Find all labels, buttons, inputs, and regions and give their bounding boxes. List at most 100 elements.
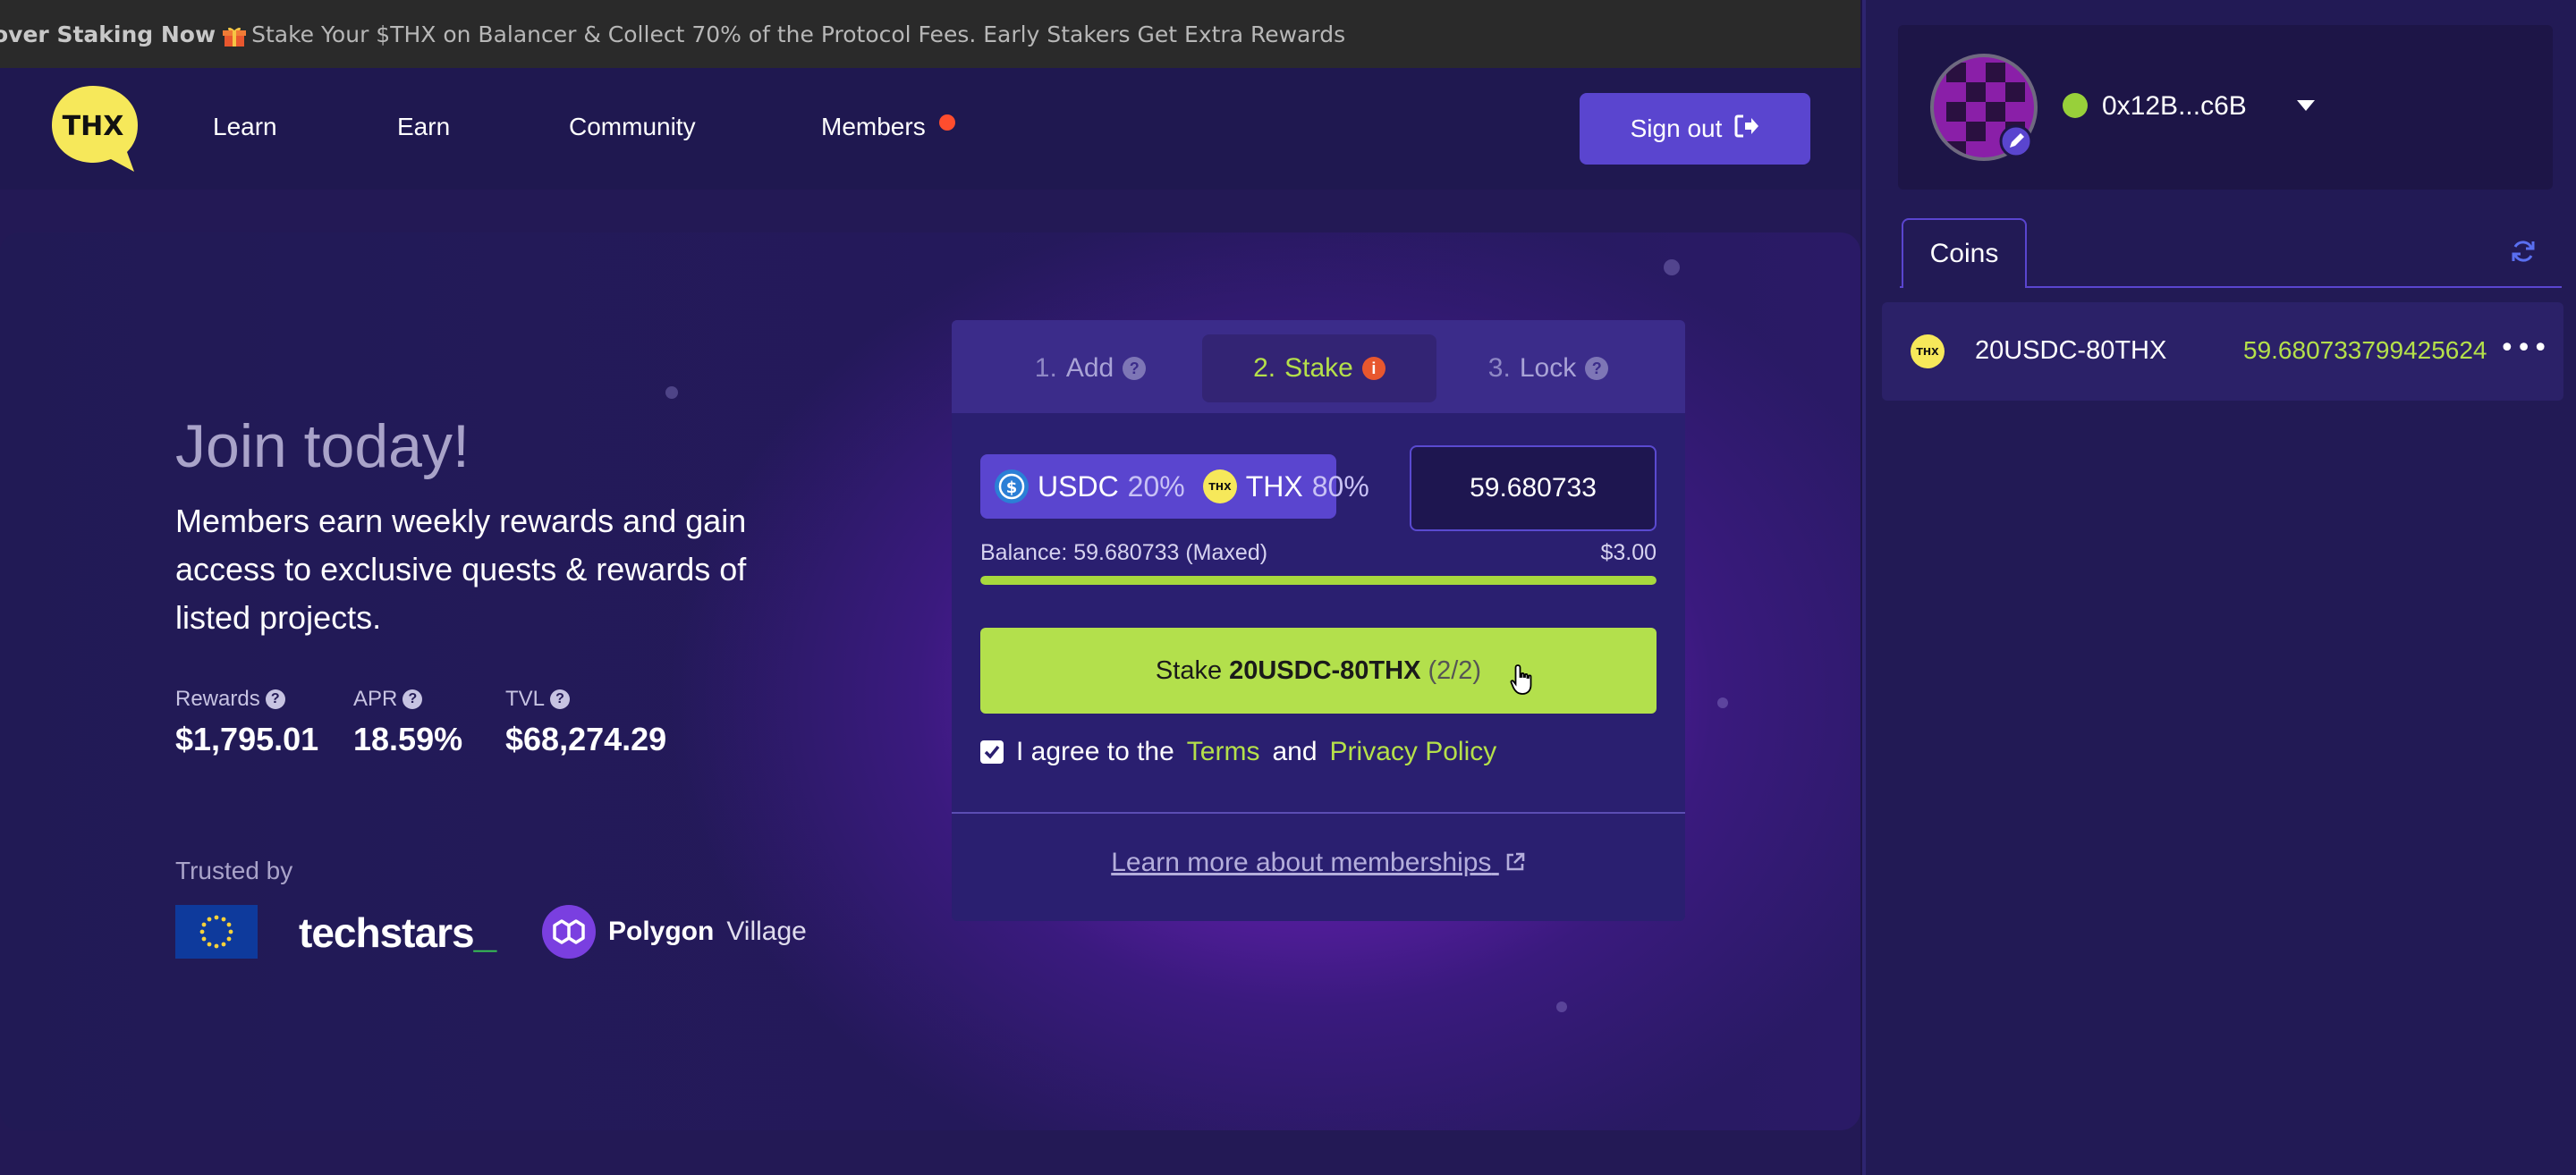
decor-dot <box>1664 259 1680 275</box>
step-number: 2. <box>1253 353 1276 383</box>
step-add[interactable]: 1. Add ? <box>987 334 1193 402</box>
wallet-address[interactable]: 0x12B...c6B <box>2102 91 2247 122</box>
polygon-village-text: Village <box>726 917 807 946</box>
ticker-text: Stake Your $THX on Balancer & Collect 70… <box>251 21 1346 47</box>
stat-label: TVL <box>505 687 546 711</box>
stat-apr: APR? 18.59% <box>353 687 462 758</box>
stat-value: 18.59% <box>353 721 463 757</box>
thx-coin-text: THX <box>1208 481 1232 493</box>
decor-dot <box>665 386 678 399</box>
stake-card: 1. Add ? 2. Stake i 3. Lock ? $ USDC 20%… <box>952 320 1685 921</box>
usdc-icon: $ <box>995 469 1029 503</box>
stake-button-token: 20USDC-80THX <box>1229 655 1421 685</box>
avatar[interactable] <box>1928 52 2039 163</box>
announcement-ticker[interactable]: over Staking Now Stake Your $THX on Bala… <box>0 0 1860 68</box>
more-options-icon[interactable]: ••• <box>2499 333 2549 364</box>
step-label: Add <box>1065 353 1114 383</box>
thx-logo[interactable]: THX <box>48 84 141 173</box>
notification-dot <box>939 114 955 131</box>
nav-community[interactable]: Community <box>569 113 696 141</box>
thx-coin-text: THX <box>1916 346 1939 358</box>
techstars-text: techstars <box>299 909 475 956</box>
token2-name: THX <box>1245 469 1303 503</box>
gift-icon <box>223 26 247 47</box>
agree-text: I agree to the <box>1016 737 1174 766</box>
hero-panel: Join today! Members earn weekly rewards … <box>0 232 1860 1130</box>
token2-percent: 80% <box>1311 469 1369 503</box>
eu-flag-logo <box>175 905 258 959</box>
polygon-bold-text: Polygon <box>608 917 715 946</box>
agree-checkbox[interactable] <box>980 740 1004 764</box>
stake-amount-input[interactable]: 59.680733 <box>1410 445 1657 531</box>
connected-status-dot <box>2063 93 2088 118</box>
token1-percent: 20% <box>1127 469 1185 503</box>
stat-rewards: Rewards? $1,795.01 <box>175 687 318 758</box>
sign-out-label: Sign out <box>1630 114 1723 142</box>
coin-list-item[interactable]: THX 20USDC-80THX 59.680733799425624 ••• <box>1882 302 2563 401</box>
sign-out-icon <box>1734 114 1759 144</box>
pool-pair-badge: $ USDC 20% THX THX 80% <box>980 454 1369 519</box>
balance-row: Balance: 59.680733 (Maxed) $3.00 <box>980 540 1657 566</box>
step-number: 3. <box>1487 353 1511 383</box>
logo-text: THX <box>63 111 124 142</box>
coin-balance: 59.680733799425624 <box>2243 336 2487 364</box>
hand-cursor-icon <box>1510 664 1537 703</box>
decor-dot <box>1556 1002 1567 1012</box>
balance-progress-track <box>980 576 1657 585</box>
stat-tvl: TVL? $68,274.29 <box>505 687 666 758</box>
account-card: 0x12B...c6B <box>1898 25 2553 190</box>
hero-title: Join today! <box>175 412 470 480</box>
help-icon[interactable]: ? <box>402 689 423 709</box>
stat-label: APR <box>353 687 398 711</box>
ticker-lead: over Staking Now <box>0 21 216 47</box>
main-area: over Staking Now Stake Your $THX on Bala… <box>0 0 1860 1175</box>
step-stake[interactable]: 2. Stake i <box>1202 334 1436 402</box>
agree-row: I agree to the Terms and Privacy Policy <box>980 737 1496 767</box>
chevron-down-icon[interactable] <box>2297 100 2315 111</box>
step-label: Lock <box>1519 353 1577 383</box>
decor-dot <box>1717 697 1728 708</box>
coin-name: 20USDC-80THX <box>1975 336 2167 365</box>
help-icon[interactable]: ? <box>265 689 285 709</box>
card-divider <box>952 812 1685 814</box>
nav-learn[interactable]: Learn <box>213 113 277 141</box>
nav-earn[interactable]: Earn <box>397 113 450 141</box>
techstars-logo: techstars_ <box>299 909 496 957</box>
privacy-policy-link[interactable]: Privacy Policy <box>1330 737 1497 767</box>
polygon-village-logo: Polygon Village <box>542 905 807 959</box>
learn-more-link[interactable]: Learn more about memberships <box>952 848 1685 878</box>
agree-and: and <box>1272 737 1318 766</box>
stake-button-prefix: Stake <box>1155 655 1223 685</box>
techstars-underscore: _ <box>473 909 497 956</box>
hero-description: Members earn weekly rewards and gain acc… <box>175 503 747 636</box>
refresh-icon[interactable] <box>2510 238 2537 268</box>
step-tabs: 1. Add ? 2. Stake i 3. Lock ? <box>952 320 1685 413</box>
balance-progress-fill <box>980 576 1657 585</box>
balance-label: Balance: 59.680733 (Maxed) <box>980 540 1268 565</box>
top-navbar: THX Learn Earn Community Members Sign ou… <box>0 68 1860 190</box>
thx-coin-icon: THX <box>1202 469 1237 503</box>
learn-more-text: Learn more about memberships <box>1111 848 1492 877</box>
step-lock[interactable]: 3. Lock ? <box>1445 334 1651 402</box>
polygon-icon <box>542 905 596 959</box>
token1-name: USDC <box>1038 469 1119 503</box>
stake-button[interactable]: Stake 20USDC-80THX (2/2) <box>980 628 1657 714</box>
stat-label: Rewards <box>175 687 260 711</box>
stat-value: $68,274.29 <box>505 721 667 757</box>
trusted-by-label: Trusted by <box>175 857 293 884</box>
step-label: Stake <box>1284 353 1353 383</box>
help-icon[interactable]: ? <box>550 689 571 709</box>
tab-coins[interactable]: Coins <box>1902 218 2027 288</box>
nav-members[interactable]: Members <box>821 113 926 141</box>
help-icon[interactable]: ? <box>1123 357 1147 380</box>
wallet-panel: 0x12B...c6B Coins THX 20USDC-80THX 59.68… <box>1862 0 2576 1175</box>
sign-out-button[interactable]: Sign out <box>1580 93 1810 165</box>
help-icon[interactable]: ? <box>1585 357 1609 380</box>
stat-value: $1,795.01 <box>175 721 319 757</box>
external-link-icon <box>1499 848 1526 877</box>
step-number: 1. <box>1034 353 1057 383</box>
info-icon[interactable]: i <box>1361 357 1385 380</box>
thx-coin-icon: THX <box>1911 334 1945 368</box>
stake-button-count: (2/2) <box>1428 655 1482 685</box>
terms-link[interactable]: Terms <box>1187 737 1260 767</box>
